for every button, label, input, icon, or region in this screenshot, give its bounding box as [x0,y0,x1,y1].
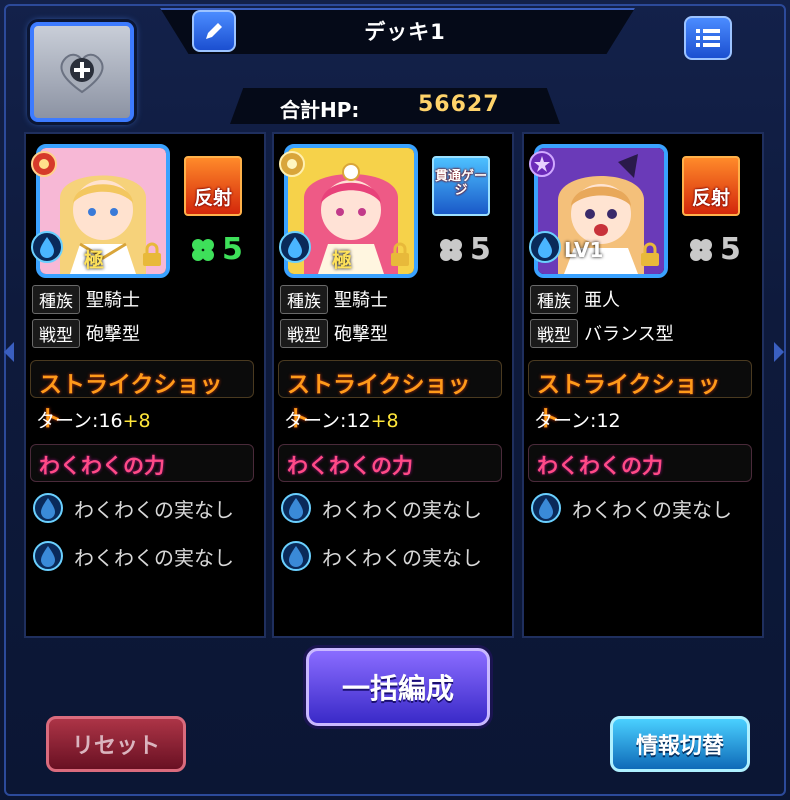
lock-icon[interactable] [140,242,164,268]
clover-icon [690,238,712,261]
monster-card-3[interactable]: LV1 反射 5 種族 亜人 戦型 バランス型 ストライクショット ターン:12… [522,132,764,638]
plus-heart-icon [60,53,104,94]
dark-rank-icon [529,151,555,177]
deck-menu-button[interactable] [684,16,732,60]
turn-prefix: ターン: [534,410,597,432]
turn-value: 12 [596,410,621,432]
light-rank-icon [279,151,305,177]
fruit-icon [531,493,561,523]
clover-icon [440,238,462,261]
water-element-icon [529,231,561,263]
grade-label: 極 [332,248,352,272]
edit-deck-name-button[interactable] [192,10,236,52]
pencil-icon [206,23,222,39]
strike-shot-button[interactable]: ストライクショット [528,360,752,432]
turn-value: 12 [346,410,371,432]
luck-value: 5 [222,232,243,267]
turn-bonus: +8 [122,410,151,432]
scroll-right-arrow-icon[interactable] [772,340,786,364]
tribe-row: 種族 聖騎士 [32,284,140,314]
fire-rank-icon [31,151,57,177]
strike-shot-turns: ターン:12+8 [284,406,399,433]
fruit-slot[interactable]: わくわくの実なし [280,540,482,572]
strike-shot-turns: ターン:12 [534,406,621,433]
tribe-value: 聖騎士 [334,290,388,311]
scroll-left-arrow-icon[interactable] [2,340,16,364]
total-hp-label: 合計HP: [280,98,360,122]
type-value: 砲撃型 [334,324,388,345]
fruit-slot[interactable]: わくわくの実なし [530,492,732,524]
tribe-label: 種族 [280,284,328,314]
strike-shot-button[interactable]: ストライクショット [278,360,502,432]
turn-prefix: ターン: [36,410,99,432]
fruit-icon [33,541,63,571]
luck-value: 5 [470,232,491,267]
waku-power-button[interactable]: わくわくの力 [30,444,254,482]
ability-badge: 反射 [184,156,242,216]
fruit-label: わくわくの実なし [74,497,234,522]
tribe-value: 聖騎士 [86,290,140,311]
lock-icon[interactable] [638,242,662,268]
type-label: 戦型 [32,318,80,348]
tribe-row: 種族 亜人 [530,284,620,314]
fruit-icon [33,493,63,523]
ability-badge: 反射 [682,156,740,216]
fruit-slot[interactable]: わくわくの実なし [280,492,482,524]
turn-value: 16 [98,410,123,432]
type-label: 戦型 [530,318,578,348]
fruit-label: わくわくの実なし [322,497,482,522]
tribe-row: 種族 聖騎士 [280,284,388,314]
type-label: 戦型 [280,318,328,348]
bulk-organize-button[interactable]: 一括編成 [306,648,490,726]
water-element-icon [31,231,63,263]
fruit-slot[interactable]: わくわくの実なし [32,492,234,524]
turn-prefix: ターン: [284,410,347,432]
grade-label: 極 [84,248,104,272]
fruit-label: わくわくの実なし [74,545,234,570]
strike-shot-turns: ターン:16+8 [36,406,151,433]
monster-card-1[interactable]: 極 反射 5 種族 聖騎士 戦型 砲撃型 ストライクショット ターン:16+8 … [24,132,266,638]
waku-power-button[interactable]: わくわくの力 [528,444,752,482]
type-row: 戦型 砲撃型 [32,318,140,348]
reset-button[interactable]: リセット [46,716,186,772]
luck-indicator: 5 [436,232,491,267]
waku-power-button[interactable]: わくわくの力 [278,444,502,482]
tribe-label: 種族 [32,284,80,314]
info-toggle-button[interactable]: 情報切替 [610,716,750,772]
deck-title: デッキ1 [364,20,446,44]
luck-indicator: 5 [188,232,243,267]
add-helper-slot[interactable] [30,22,134,122]
tribe-label: 種族 [530,284,578,314]
lock-icon[interactable] [388,242,412,268]
ability-badge: 貫通ゲージ [432,156,490,216]
total-hp-value: 56627 [418,92,500,117]
fruit-icon [281,493,311,523]
fruit-slot[interactable]: わくわくの実なし [32,540,234,572]
luck-indicator: 5 [686,232,741,267]
turn-bonus: +8 [370,410,399,432]
type-value: バランス型 [584,324,674,345]
fruit-label: わくわくの実なし [322,545,482,570]
tribe-value: 亜人 [584,290,620,311]
level-label: LV1 [564,238,604,262]
type-row: 戦型 砲撃型 [280,318,388,348]
clover-icon [192,238,214,261]
type-value: 砲撃型 [86,324,140,345]
monster-card-2[interactable]: 極 貫通ゲージ 5 種族 聖騎士 戦型 砲撃型 ストライクショット ターン:12… [272,132,514,638]
strike-shot-button[interactable]: ストライクショット [30,360,254,432]
fruit-label: わくわくの実なし [572,497,732,522]
list-icon [696,29,720,47]
luck-value: 5 [720,232,741,267]
type-row: 戦型 バランス型 [530,318,674,348]
fruit-icon [281,541,311,571]
water-element-icon [279,231,311,263]
